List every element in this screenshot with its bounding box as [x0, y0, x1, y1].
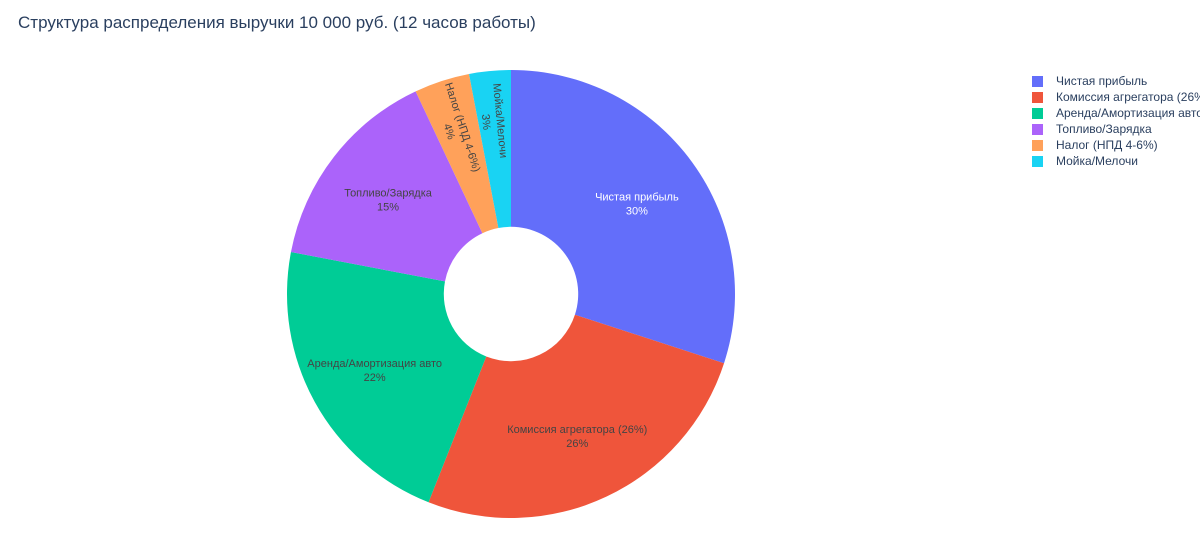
legend-item[interactable]: Мойка/Мелочи — [1032, 153, 1200, 169]
legend-swatch — [1032, 139, 1043, 151]
legend-item[interactable]: Комиссия агрегатора (26%) — [1032, 89, 1200, 105]
slice-label-name: Аренда/Амортизация авто — [307, 358, 442, 370]
slice-label-name: Топливо/Зарядка — [344, 188, 433, 200]
legend-item[interactable]: Чистая прибыль — [1032, 73, 1200, 89]
slice-label-name: Чистая прибыль — [595, 192, 679, 204]
legend-label: Мойка/Мелочи — [1056, 154, 1138, 168]
legend-label: Топливо/Зарядка — [1056, 122, 1152, 136]
legend-swatch — [1032, 91, 1043, 103]
slice-label-percent: 15% — [377, 202, 399, 214]
legend-swatch — [1032, 123, 1043, 135]
slice-label-name: Комиссия агрегатора (26%) — [507, 424, 647, 436]
slice-label-percent: 3% — [479, 114, 492, 131]
legend-label: Налог (НПД 4-6%) — [1056, 138, 1158, 152]
legend-swatch — [1032, 155, 1043, 167]
slice-label-percent: 22% — [364, 372, 386, 384]
legend-item[interactable]: Топливо/Зарядка — [1032, 121, 1200, 137]
legend: Чистая прибыль Комиссия агрегатора (26%) А… — [1032, 73, 1200, 169]
legend-item[interactable]: Налог (НПД 4-6%) — [1032, 137, 1200, 153]
donut-chart: Чистая прибыль 30% Комиссия агрегатора (26… — [286, 70, 735, 519]
legend-label: Комиссия агрегатора (26%) — [1056, 90, 1200, 104]
slice-label-percent: 30% — [626, 206, 648, 218]
pie-slice[interactable] — [511, 70, 735, 364]
legend-swatch — [1032, 75, 1043, 87]
legend-label: Аренда/Амортизация авто — [1056, 106, 1200, 120]
legend-label: Чистая прибыль — [1056, 74, 1148, 88]
legend-item[interactable]: Аренда/Амортизация авто — [1032, 105, 1200, 121]
legend-swatch — [1032, 107, 1043, 119]
slice-label-percent: 26% — [566, 438, 588, 450]
